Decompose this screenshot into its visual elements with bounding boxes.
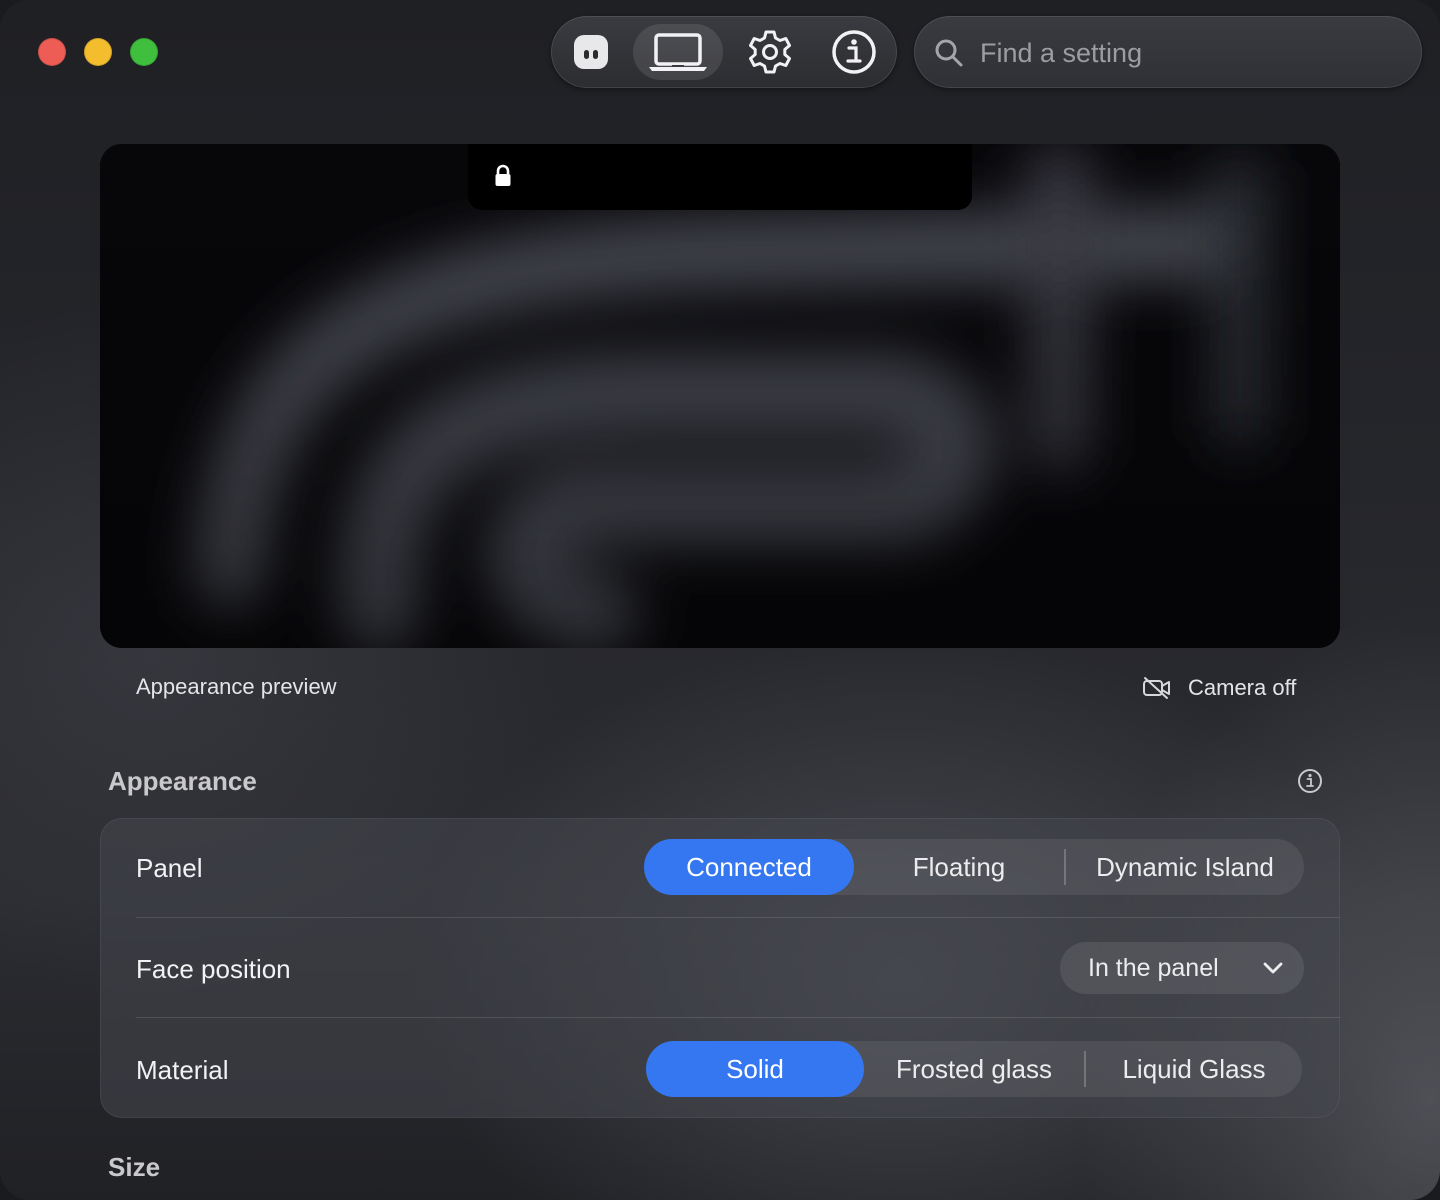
material-label: Material xyxy=(136,1055,229,1085)
face-position-row: Face position In the panel xyxy=(100,918,1340,1018)
search-icon xyxy=(935,39,963,67)
face-position-label: Face position xyxy=(136,954,291,984)
toolbar xyxy=(551,16,897,88)
settings-window: Appearance preview Camera off Appearance… xyxy=(0,0,1440,1200)
notch-panel xyxy=(468,144,972,210)
appearance-preview xyxy=(100,144,1340,648)
panel-option-dynamic-island[interactable]: Dynamic Island xyxy=(1066,839,1304,895)
panel-segmented-control: Connected Floating Dynamic Island xyxy=(644,839,1304,895)
panel-option-floating[interactable]: Floating xyxy=(854,839,1064,895)
info-icon xyxy=(832,30,876,74)
camera-status-label: Camera off xyxy=(1188,675,1297,700)
search-field[interactable] xyxy=(914,16,1422,88)
material-option-solid[interactable]: Solid xyxy=(646,1041,864,1097)
chevron-down-icon xyxy=(1263,962,1283,974)
preview-caption: Appearance preview xyxy=(136,674,337,699)
video-off-icon xyxy=(1143,677,1170,699)
material-option-frosted-glass[interactable]: Frosted glass xyxy=(864,1041,1084,1097)
size-section-title: Size xyxy=(108,1152,161,1182)
minimize-window-button[interactable] xyxy=(84,38,112,66)
toolbar-app-button[interactable] xyxy=(551,24,631,80)
camera-status: Camera off xyxy=(1142,672,1296,704)
toolbar-settings-button[interactable] xyxy=(725,24,815,80)
toolbar-display-button[interactable] xyxy=(633,24,723,80)
preview-wallpaper xyxy=(100,144,1340,648)
material-row: Material Solid Frosted glass Liquid Glas… xyxy=(100,1018,1340,1118)
app-face-icon xyxy=(574,35,608,69)
panel-label: Panel xyxy=(136,853,203,883)
material-segmented-control: Solid Frosted glass Liquid Glass xyxy=(646,1041,1302,1097)
close-window-button[interactable] xyxy=(38,38,66,66)
gear-icon xyxy=(749,30,791,74)
appearance-section-title: Appearance xyxy=(108,766,257,796)
material-option-liquid-glass[interactable]: Liquid Glass xyxy=(1086,1041,1302,1097)
panel-option-connected[interactable]: Connected xyxy=(644,839,854,895)
search-input[interactable] xyxy=(978,30,1402,76)
appearance-settings-card: Panel Connected Floating Dynamic Island … xyxy=(100,818,1340,1118)
lock-icon xyxy=(495,164,511,186)
laptop-icon xyxy=(649,33,707,71)
panel-row: Panel Connected Floating Dynamic Island xyxy=(100,818,1340,918)
appearance-info-icon[interactable] xyxy=(1297,768,1323,794)
face-position-value: In the panel xyxy=(1088,954,1219,982)
zoom-window-button[interactable] xyxy=(130,38,158,66)
face-position-dropdown[interactable]: In the panel xyxy=(1060,942,1304,994)
toolbar-about-button[interactable] xyxy=(809,24,899,80)
